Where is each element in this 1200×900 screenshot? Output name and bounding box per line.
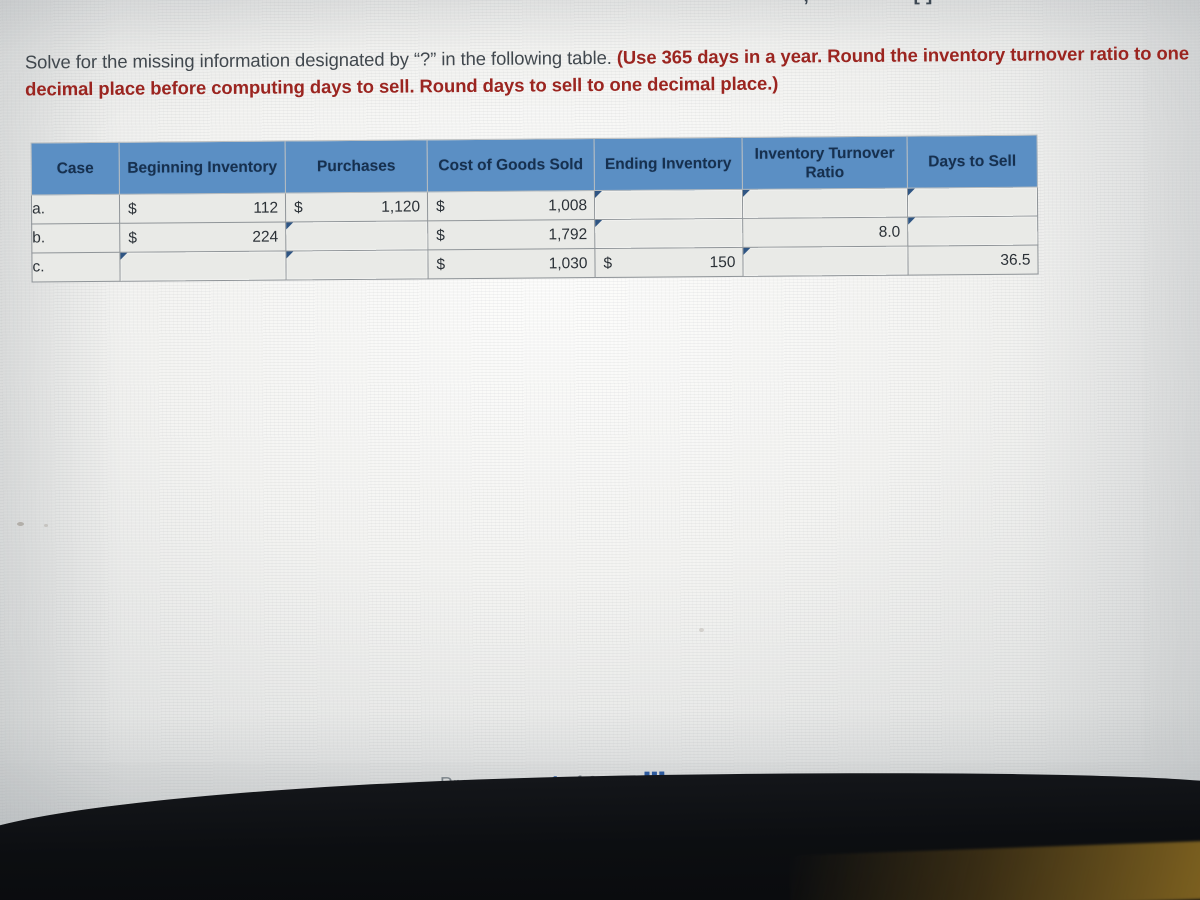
currency-symbol: $ xyxy=(603,254,613,272)
value-wrapper: $112 xyxy=(120,193,285,222)
cell-marker-triangle-icon xyxy=(907,188,915,196)
input-cell-value xyxy=(121,265,286,266)
value-cell-cost-of-goods-sold: $1,792 xyxy=(427,219,595,250)
col-header-days-to-sell: Days to Sell xyxy=(907,135,1038,189)
col-header-case: Case xyxy=(31,142,120,195)
input-cell-value xyxy=(743,261,907,262)
value-cell-beginning-inventory: $224 xyxy=(119,221,286,253)
col-header-ending-inventory: Ending Inventory xyxy=(594,137,743,191)
value-cell-days-to-sell: 36.5 xyxy=(907,245,1039,276)
input-cell-ending-inventory[interactable] xyxy=(594,189,743,220)
value-cell-cost-of-goods-sold: $1,008 xyxy=(427,190,595,221)
value-wrapper: 8.0 xyxy=(743,218,907,247)
cell-marker-triangle-icon xyxy=(286,251,294,259)
input-cell-value xyxy=(743,203,907,204)
input-cell-days-to-sell[interactable] xyxy=(907,216,1038,247)
cell-marker-triangle-icon xyxy=(743,247,751,255)
col-header-beginning-inventory: Beginning Inventory xyxy=(119,140,286,195)
cell-marker-triangle-icon xyxy=(595,219,603,228)
input-cell-purchases[interactable] xyxy=(285,249,429,280)
table-body: a. $112 $1,120 $1,008 b. $224 $1,792 8.0 c. $1,03… xyxy=(31,187,1039,282)
value-wrapper: $1,120 xyxy=(286,192,427,221)
cell-marker-triangle-icon xyxy=(908,217,916,225)
input-cell-value xyxy=(595,233,742,234)
value-number: 224 xyxy=(252,228,279,246)
value-number: 36.5 xyxy=(1000,251,1031,269)
currency-symbol: $ xyxy=(127,200,137,218)
col-header-purchases: Purchases xyxy=(285,139,428,193)
page-content: , [ ] Solve for the missing information … xyxy=(0,0,1200,825)
input-cell-value xyxy=(286,235,427,236)
currency-symbol: $ xyxy=(436,226,445,244)
cell-marker-triangle-icon xyxy=(594,190,602,199)
cell-marker-triangle-icon xyxy=(120,252,128,260)
laptop-screen-photo: , [ ] Solve for the missing information … xyxy=(0,0,1200,900)
table-header-row: Case Beginning Inventory Purchases Cost … xyxy=(31,135,1038,195)
currency-symbol: $ xyxy=(128,229,137,247)
value-wrapper: $1,008 xyxy=(428,191,594,220)
case-label-cell: c. xyxy=(31,252,121,282)
col-header-inventory-turnover-ratio: Inventory Turnover Ratio xyxy=(742,136,908,190)
top-fragment-right: [ ] xyxy=(913,0,933,7)
case-label-cell: a. xyxy=(31,194,120,224)
input-cell-value xyxy=(908,202,1037,203)
value-cell-purchases: $1,120 xyxy=(285,191,428,222)
value-number: 8.0 xyxy=(878,223,901,241)
value-number: 1,120 xyxy=(381,197,421,216)
currency-symbol: $ xyxy=(435,197,445,215)
value-number: 112 xyxy=(253,199,279,217)
currency-symbol: $ xyxy=(293,198,303,216)
currency-symbol: $ xyxy=(436,255,446,273)
value-wrapper: $1,030 xyxy=(428,249,594,278)
value-number: 1,030 xyxy=(548,254,588,272)
value-number: 1,792 xyxy=(548,225,588,243)
value-wrapper: $1,792 xyxy=(428,220,594,249)
top-fragment-left: , xyxy=(803,0,809,7)
input-cell-days-to-sell[interactable] xyxy=(907,187,1038,218)
cell-marker-triangle-icon xyxy=(742,189,750,197)
prompt-main-text: Solve for the missing information design… xyxy=(24,46,612,73)
input-cell-value xyxy=(286,264,427,265)
value-cell-beginning-inventory: $112 xyxy=(119,192,286,224)
input-cell-value xyxy=(595,204,742,205)
answer-table-wrapper: Case Beginning Inventory Purchases Cost … xyxy=(31,135,1039,283)
value-cell-inventory-turnover-ratio: 8.0 xyxy=(742,217,908,248)
value-cell-cost-of-goods-sold: $1,030 xyxy=(427,248,596,279)
input-cell-inventory-turnover-ratio[interactable] xyxy=(742,188,908,219)
value-number: 150 xyxy=(709,253,736,271)
input-cell-ending-inventory[interactable] xyxy=(594,218,743,249)
input-cell-inventory-turnover-ratio[interactable] xyxy=(742,246,909,277)
cell-marker-triangle-icon xyxy=(286,222,294,230)
value-wrapper: 36.5 xyxy=(908,246,1037,275)
input-cell-beginning-inventory[interactable] xyxy=(119,250,287,282)
value-cell-ending-inventory: $150 xyxy=(594,247,744,278)
input-cell-value xyxy=(908,231,1037,232)
value-wrapper: $150 xyxy=(595,248,742,277)
cropped-top-text: , [ ] xyxy=(0,0,1197,17)
input-cell-purchases[interactable] xyxy=(285,220,428,251)
value-wrapper: $224 xyxy=(120,222,285,251)
inventory-table: Case Beginning Inventory Purchases Cost … xyxy=(31,135,1039,283)
case-label-cell: b. xyxy=(31,223,120,253)
value-number: 1,008 xyxy=(548,196,588,214)
question-prompt: Solve for the missing information design… xyxy=(25,39,1190,102)
col-header-cost-of-goods-sold: Cost of Goods Sold xyxy=(427,138,595,192)
